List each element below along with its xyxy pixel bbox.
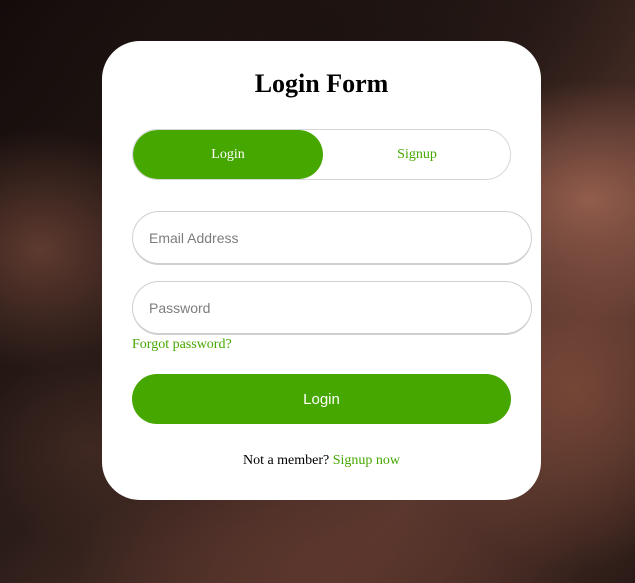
forgot-password-link[interactable]: Forgot password?: [132, 337, 232, 353]
signup-now-link[interactable]: Signup now: [333, 453, 400, 468]
login-card: Login Form Login Signup Forgot password?…: [102, 41, 541, 500]
signup-prompt: Not a member? Signup now: [102, 453, 541, 469]
tab-login[interactable]: Login: [133, 130, 323, 179]
password-field[interactable]: [132, 281, 532, 335]
form-title: Login Form: [254, 69, 389, 98]
email-field[interactable]: [132, 211, 532, 265]
tab-signup[interactable]: Signup: [323, 130, 510, 179]
auth-tab-switcher: Login Signup: [132, 129, 511, 180]
signup-prompt-text: Not a member?: [242, 453, 330, 468]
login-button[interactable]: Login: [132, 374, 511, 424]
